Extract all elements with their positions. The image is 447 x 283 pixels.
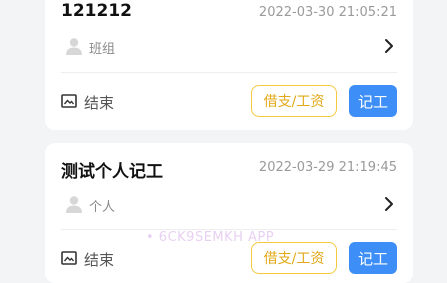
record-datetime: 2022-03-30 21:05:21 [258, 5, 397, 20]
record-title: 121212 [61, 1, 132, 21]
person-icon [66, 38, 82, 55]
record-card[interactable]: 121212 2022-03-30 21:05:21 班组 结束 借支/工资 记… [45, 0, 413, 130]
person-icon [66, 196, 82, 213]
group-row[interactable]: 个人 [61, 193, 397, 217]
watermark: • 6CK9SEMKH APP [146, 230, 275, 245]
record-work-button[interactable]: 记工 [349, 242, 397, 274]
record-datetime: 2022-03-29 21:19:45 [258, 160, 397, 175]
status-label: 结束 [84, 251, 115, 269]
loan-wage-button[interactable]: 借支/工资 [251, 242, 337, 274]
divider [61, 72, 397, 73]
group-row[interactable]: 班组 [61, 35, 397, 59]
group-label: 个人 [89, 200, 116, 215]
group-label: 班组 [89, 42, 116, 57]
record-work-button[interactable]: 记工 [349, 85, 397, 117]
image-icon [61, 251, 77, 265]
chevron-right-icon[interactable] [383, 196, 395, 212]
image-icon [61, 94, 77, 108]
record-card[interactable]: 测试个人记工 2022-03-29 21:19:45 个人 结束 借支/工资 记… [45, 143, 413, 283]
status-label: 结束 [84, 94, 115, 112]
record-title: 测试个人记工 [61, 162, 163, 182]
chevron-right-icon[interactable] [383, 38, 395, 54]
action-row: 结束 借支/工资 记工 [61, 85, 397, 119]
loan-wage-button[interactable]: 借支/工资 [251, 85, 337, 117]
action-row: 结束 借支/工资 记工 [61, 242, 397, 276]
